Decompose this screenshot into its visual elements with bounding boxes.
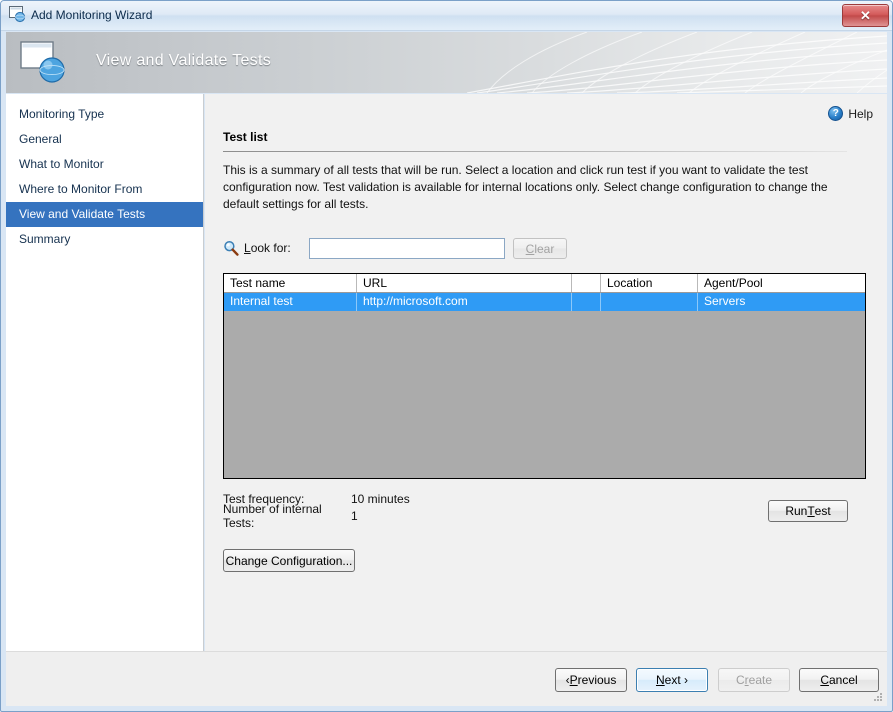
help-label: Help xyxy=(848,107,873,121)
clear-button[interactable]: Clear xyxy=(513,238,567,259)
test-frequency-value: 10 minutes xyxy=(351,492,410,506)
change-config-accesskey: g xyxy=(254,554,261,568)
cell-location xyxy=(601,293,698,311)
create-label-pre: C xyxy=(736,673,745,687)
question-mark-icon: ? xyxy=(828,106,843,121)
banner-mesh-decoration xyxy=(467,32,887,93)
next-label-post: ext › xyxy=(665,673,688,687)
clear-label-rest: lear xyxy=(534,242,554,256)
previous-label-post: revious xyxy=(578,673,617,687)
column-header-location[interactable]: Location xyxy=(601,274,698,292)
previous-button[interactable]: ‹ Previous xyxy=(555,668,627,692)
internal-tests-count-label: Number of internal Tests: xyxy=(223,502,351,530)
search-row: Look for: Clear xyxy=(223,238,563,260)
sidebar-item-general[interactable]: General xyxy=(6,127,203,152)
cell-agent-pool: Servers xyxy=(698,293,865,311)
table-header-row: Test name URL Location Agent/Pool xyxy=(224,274,865,293)
cell-blank xyxy=(572,293,601,311)
table-row[interactable]: Internal test http://microsoft.com Serve… xyxy=(224,293,865,311)
resize-grip[interactable] xyxy=(871,691,884,704)
run-test-label-pre: Run xyxy=(785,504,807,518)
column-header-url[interactable]: URL xyxy=(357,274,572,292)
change-config-label-pre: Chan xyxy=(226,554,255,568)
window-globe-icon xyxy=(20,40,68,85)
title-bar: Add Monitoring Wizard ✕ xyxy=(1,1,892,31)
column-header-blank[interactable] xyxy=(572,274,601,292)
section-description: This is a summary of all tests that will… xyxy=(223,162,843,213)
footer-bar: ‹ Previous Next › Create Cancel xyxy=(6,651,887,706)
search-icon xyxy=(223,240,239,256)
close-icon: ✕ xyxy=(860,9,871,22)
section-title: Test list xyxy=(223,130,267,144)
cancel-button[interactable]: Cancel xyxy=(799,668,879,692)
sidebar-item-where-to-monitor-from[interactable]: Where to Monitor From xyxy=(6,177,203,202)
clear-accesskey: C xyxy=(526,242,535,256)
cancel-label-post: ancel xyxy=(829,673,858,687)
cell-url: http://microsoft.com xyxy=(357,293,572,311)
internal-tests-count-line: Number of internal Tests: 1 xyxy=(223,507,410,524)
page-title: View and Validate Tests xyxy=(96,52,271,70)
cancel-accesskey: C xyxy=(820,673,829,687)
create-label-post: eate xyxy=(749,673,772,687)
look-for-accesskey: L xyxy=(244,241,251,255)
main-content: ? Help Test list This is a summary of al… xyxy=(205,94,887,651)
column-header-test-name[interactable]: Test name xyxy=(224,274,357,292)
cell-test-name: Internal test xyxy=(224,293,357,311)
change-configuration-button[interactable]: Change Configuration... xyxy=(223,549,355,572)
search-input[interactable] xyxy=(309,238,505,259)
internal-tests-count-value: 1 xyxy=(351,509,358,523)
window-globe-icon xyxy=(9,6,27,23)
sidebar-item-what-to-monitor[interactable]: What to Monitor xyxy=(6,152,203,177)
close-button[interactable]: ✕ xyxy=(842,4,889,27)
sidebar-item-monitoring-type[interactable]: Monitoring Type xyxy=(6,102,203,127)
look-for-label: Look for: xyxy=(244,241,291,255)
column-header-agent-pool[interactable]: Agent/Pool xyxy=(698,274,865,292)
help-link[interactable]: ? Help xyxy=(828,106,873,121)
create-button[interactable]: Create xyxy=(718,668,790,692)
section-divider xyxy=(223,151,847,152)
next-accesskey: N xyxy=(656,673,665,687)
test-summary-info: Test frequency: 10 minutes Number of int… xyxy=(223,490,410,524)
run-test-accesskey: T xyxy=(807,504,814,518)
wizard-step-sidebar: Monitoring Type General What to Monitor … xyxy=(6,94,204,651)
run-test-label-post: est xyxy=(815,504,831,518)
sidebar-item-summary[interactable]: Summary xyxy=(6,227,203,252)
window-title: Add Monitoring Wizard xyxy=(31,8,152,22)
wizard-window: Add Monitoring Wizard ✕ xyxy=(0,0,893,712)
change-config-label-post: e Configuration... xyxy=(261,554,352,568)
look-for-label-rest: ook for: xyxy=(251,241,291,255)
header-banner: View and Validate Tests xyxy=(6,32,887,93)
sidebar-item-view-and-validate-tests[interactable]: View and Validate Tests xyxy=(6,202,203,227)
run-test-button[interactable]: Run Test xyxy=(768,500,848,522)
next-button[interactable]: Next › xyxy=(636,668,708,692)
test-list[interactable]: Test name URL Location Agent/Pool Intern… xyxy=(223,273,866,479)
previous-accesskey: P xyxy=(570,673,578,687)
